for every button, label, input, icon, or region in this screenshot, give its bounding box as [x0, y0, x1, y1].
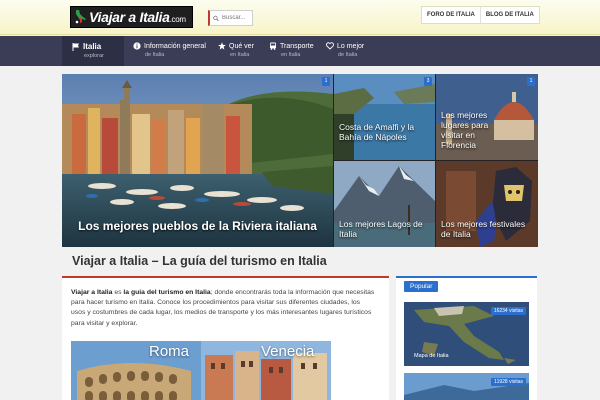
card-caption: Mapa de Italia — [414, 353, 449, 359]
intro-paragraph: Viajar a Italia es la guía del turismo e… — [71, 288, 376, 329]
star-icon — [218, 42, 226, 50]
popular-sidebar: Popular 16234 visitas Mapa de Italia 119… — [396, 276, 537, 400]
tile-badge: 1 — [527, 77, 535, 86]
flag-icon — [72, 42, 79, 51]
search-box[interactable] — [208, 10, 253, 26]
main-tile-caption: Los mejores pueblos de la Riviera italia… — [78, 219, 317, 233]
site-logo[interactable]: Viajar a Italia.com — [70, 6, 193, 28]
tile-caption: Los mejores lugares para visitar en Flor… — [441, 110, 489, 150]
tab-popular[interactable]: Popular — [404, 281, 439, 292]
image-label-roma: Roma — [149, 343, 190, 360]
heart-icon — [326, 42, 334, 50]
main-nav: Italia explorar Información general de I… — [0, 36, 600, 66]
blog-link[interactable]: BLOG DE ITALIA — [479, 7, 539, 23]
nav-item-italia[interactable]: Italia explorar — [62, 36, 124, 66]
nav-sub: en Italia — [281, 52, 301, 58]
intro-lead: Viajar a Italia — [71, 289, 113, 296]
intro-bold: la guía del turismo en Italia — [123, 289, 211, 296]
top-bar: Viajar a Italia.com FORO DE ITALIA BLOG … — [0, 0, 600, 35]
tile-florencia[interactable]: 1 Los mejores lugares para visitar en Fl… — [436, 74, 538, 160]
article-card: Viajar a Italia es la guía del turismo e… — [62, 276, 389, 400]
forum-link[interactable]: FORO DE ITALIA — [422, 7, 480, 23]
nav-item-que-ver[interactable]: Qué ver en Italia — [218, 36, 254, 66]
popular-card-map[interactable]: 16234 visitas Mapa de Italia — [404, 302, 529, 366]
amalfi-photo — [334, 74, 435, 160]
nav-sub: de Italia — [145, 52, 165, 58]
tile-festivales[interactable]: Los mejores festivales de Italia — [436, 161, 538, 247]
nav-sub: de Italia — [338, 52, 358, 58]
intro-text: es — [112, 289, 124, 296]
views-badge: 16234 visitas — [490, 307, 526, 315]
bus-icon — [270, 42, 276, 50]
tile-caption: Los mejores festivales de Italia — [441, 219, 526, 239]
tile-lagos[interactable]: Los mejores Lagos de Italia — [334, 161, 435, 247]
roma-venecia-image[interactable]: Roma Venecia — [71, 341, 331, 400]
tile-badge: 3 — [424, 77, 432, 86]
featured-main-tile[interactable]: 1 Los mejores pueblos de la Riviera ital… — [62, 74, 333, 247]
nav-label: Información general — [144, 42, 206, 50]
popular-card-2[interactable]: 11928 visitas — [404, 373, 529, 400]
page-title: Viajar a Italia – La guía del turismo en… — [72, 254, 327, 268]
main-tile-badge: 1 — [322, 77, 330, 86]
views-badge: 11928 visitas — [491, 378, 526, 386]
tile-caption: Los mejores Lagos de Italia — [339, 219, 423, 239]
info-icon — [133, 42, 141, 50]
italy-boot-icon — [75, 10, 86, 24]
nav-sub: explorar — [84, 53, 104, 59]
search-icon — [213, 15, 219, 21]
nav-item-info[interactable]: Información general de Italia — [133, 36, 206, 66]
nav-label: Italia — [83, 42, 102, 51]
nav-sub: en Italia — [230, 52, 250, 58]
search-input[interactable] — [222, 15, 252, 21]
tile-caption: Costa de Amalfi y la Bahía de Nápoles — [339, 122, 415, 142]
nav-label: Qué ver — [229, 42, 254, 50]
nav-item-transporte[interactable]: Transporte en Italia — [269, 36, 314, 66]
image-label-venecia: Venecia — [261, 343, 315, 360]
nav-item-lo-mejor[interactable]: Lo mejor de Italia — [326, 36, 364, 66]
featured-mosaic: 1 Los mejores pueblos de la Riviera ital… — [62, 74, 538, 247]
top-links: FORO DE ITALIA BLOG DE ITALIA — [421, 6, 540, 24]
tile-amalfi[interactable]: 3 Costa de Amalfi y la Bahía de Nápoles — [334, 74, 435, 160]
nav-label: Lo mejor — [337, 42, 365, 50]
nav-label: Transporte — [280, 42, 314, 50]
logo-text: Viajar a Italia.com — [89, 9, 186, 25]
